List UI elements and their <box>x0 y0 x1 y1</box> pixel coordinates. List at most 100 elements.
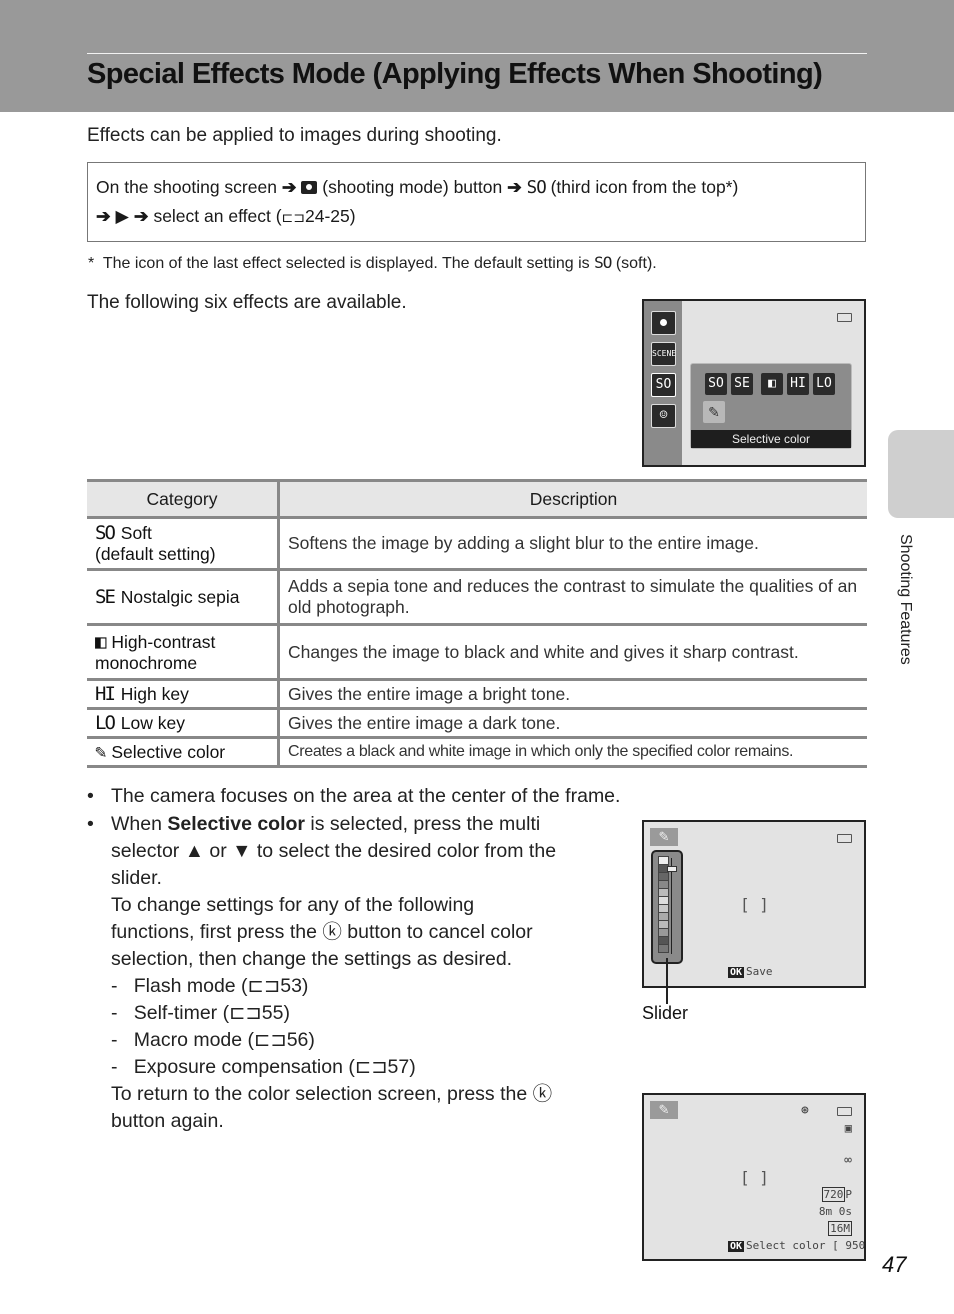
soft-effect-icon: SO <box>594 253 612 272</box>
smart-portrait-icon: ☺ <box>651 404 676 428</box>
text: Macro mode (⊏⊐56) <box>133 1029 315 1051</box>
category-label: Selective color <box>111 742 226 762</box>
chapter-label: Shooting Features <box>897 534 914 665</box>
selective-color-term: Selective color <box>167 813 306 835</box>
sub-item: - Macro mode (⊏⊐56) <box>111 1029 315 1051</box>
column-header-description: Description <box>278 479 867 519</box>
arrow-icon: ➔ <box>507 177 522 197</box>
category-label: High key <box>120 684 189 704</box>
category-label: High-contrast <box>111 631 216 652</box>
monochrome-effect-icon: ◧ <box>95 630 107 653</box>
bullet-text: When Selective color is selected, press … <box>111 811 556 1135</box>
camera-screen-shooting: ✎ ⊛ ▣ ∞ [ ] 720 P 8m 0s 16M OK Select colo… <box>642 1093 866 1261</box>
selective-color-icon: ✎ <box>650 1101 678 1119</box>
table-row: ◧ High-contrast monochrome Changes the im… <box>87 624 867 681</box>
description-cell: Adds a sepia tone and reduces the contra… <box>278 569 867 626</box>
selective-color-icon: ✎ <box>95 741 107 763</box>
color-slider[interactable] <box>651 850 683 964</box>
effect-panel: SO SE ◧ HI LO ✎ Selective color <box>690 363 852 449</box>
slider-track <box>671 858 672 954</box>
category-cell: LO Low key <box>87 708 280 739</box>
text: button again. <box>111 1110 224 1132</box>
sub-item: - Self-timer (⊏⊐55) <box>111 1002 290 1024</box>
category-label: Nostalgic sepia <box>120 587 240 607</box>
procedure-text: On the shooting screen <box>96 177 277 197</box>
category-label: Soft <box>120 523 152 543</box>
slider-callout-label: Slider <box>642 1003 689 1023</box>
page-title: Special Effects Mode (Applying Effects W… <box>87 58 823 90</box>
category-cell: SO Soft (default setting) <box>87 517 280 571</box>
procedure-text: (shooting mode) button <box>322 177 503 197</box>
category-cell: ✎ Selective color <box>87 737 280 768</box>
text: slider. <box>111 867 162 889</box>
soft-effect-icon: SO <box>95 522 116 544</box>
category-cell: HI High key <box>87 679 280 710</box>
text: To return to the color selection screen,… <box>111 1083 553 1105</box>
camera-mode-icon <box>651 311 676 335</box>
text: To change settings for any of the follow… <box>111 894 475 916</box>
high-key-effect-icon: HI <box>95 683 116 705</box>
effects-intro: The following six effects are available. <box>87 292 407 313</box>
column-header-category: Category <box>87 479 280 519</box>
effects-table: Category Description SO Soft (default set… <box>87 479 867 768</box>
text: selection, then change the settings as d… <box>111 948 513 970</box>
text: is selected, press the multi <box>305 813 541 835</box>
category-cell: ◧ High-contrast monochrome <box>87 624 280 681</box>
arrow-icon: ➔ <box>96 206 111 226</box>
category-cell: SE Nostalgic sepia <box>87 569 280 626</box>
description-cell: Gives the entire image a bright tone. <box>278 679 867 710</box>
special-effects-mode-icon: SO <box>651 373 676 397</box>
save-label: Save <box>746 965 773 978</box>
page-header <box>0 0 954 112</box>
monochrome-effect-option[interactable]: ◧ <box>761 373 783 395</box>
table-row: SE Nostalgic sepia Adds a sepia tone and… <box>87 569 867 626</box>
text: functions, first press the ⓚ button to c… <box>111 921 533 943</box>
play-icon: ▶ <box>115 206 130 226</box>
high-key-effect-option[interactable]: HI <box>787 373 809 395</box>
description-cell: Creates a black and white image in which… <box>278 737 867 768</box>
ok-badge: OK <box>728 967 745 978</box>
ok-badge: OK <box>728 1241 745 1252</box>
camera-screen-effect-menu: SCENE SO ☺ SO SE ◧ HI LO ✎ Selective col… <box>642 299 866 467</box>
sub-item: - Flash mode (⊏⊐53) <box>111 975 309 997</box>
footnote-text: (soft). <box>615 255 657 272</box>
effect-caption: Selective color <box>691 430 851 448</box>
table-row: SO Soft (default setting) Softens the ima… <box>87 517 867 571</box>
text: When <box>111 813 168 835</box>
focus-brackets: [ ] <box>740 895 769 914</box>
description-cell: Softens the image by adding a slight blu… <box>278 517 867 571</box>
exposures-remaining: [ 950] <box>832 1239 866 1252</box>
scene-mode-icon: SCENE <box>651 342 676 366</box>
arrow-icon: ➔ <box>133 206 149 226</box>
intro-text: Effects can be applied to images during … <box>87 125 502 146</box>
vibration-reduction-icon: ▣ <box>844 1121 852 1135</box>
table-header-row: Category Description <box>87 479 867 519</box>
chapter-tab <box>888 430 954 518</box>
category-label: (default setting) <box>95 544 216 564</box>
selective-color-option[interactable]: ✎ <box>703 401 725 423</box>
sub-item: - Exposure compensation (⊏⊐57) <box>111 1056 416 1078</box>
slider-knob[interactable] <box>667 866 677 872</box>
battery-icon <box>837 834 852 843</box>
bullet-dot: • <box>87 785 94 807</box>
text: Flash mode (⊏⊐53) <box>133 975 309 997</box>
selective-color-icon: ✎ <box>650 828 678 846</box>
page-number: 47 <box>882 1252 907 1277</box>
callout-line <box>666 958 668 1004</box>
movie-mode-value: 720 <box>821 1187 846 1202</box>
bullet-text: The camera focuses on the area at the ce… <box>111 785 621 807</box>
bullet-item: • When Selective color is selected, pres… <box>87 811 617 1151</box>
bullet-dot: • <box>87 813 94 835</box>
ok-save-hint: OK Save <box>728 965 773 978</box>
footnote-marker: * <box>88 255 95 272</box>
movie-mode-suffix: P <box>845 1188 852 1201</box>
soft-effect-option[interactable]: SO <box>705 373 727 395</box>
category-label: Low key <box>120 713 185 733</box>
page-reference: 24-25) <box>305 206 356 226</box>
arrow-icon: ➔ <box>281 177 297 197</box>
procedure-text: select an effect ( <box>153 206 282 226</box>
low-key-effect-option[interactable]: LO <box>813 373 835 395</box>
procedure-text: (third icon from the top*) <box>550 177 739 197</box>
sepia-effect-option[interactable]: SE <box>731 373 753 395</box>
text: selector ▲ or ▼ to select the desired co… <box>111 840 557 862</box>
